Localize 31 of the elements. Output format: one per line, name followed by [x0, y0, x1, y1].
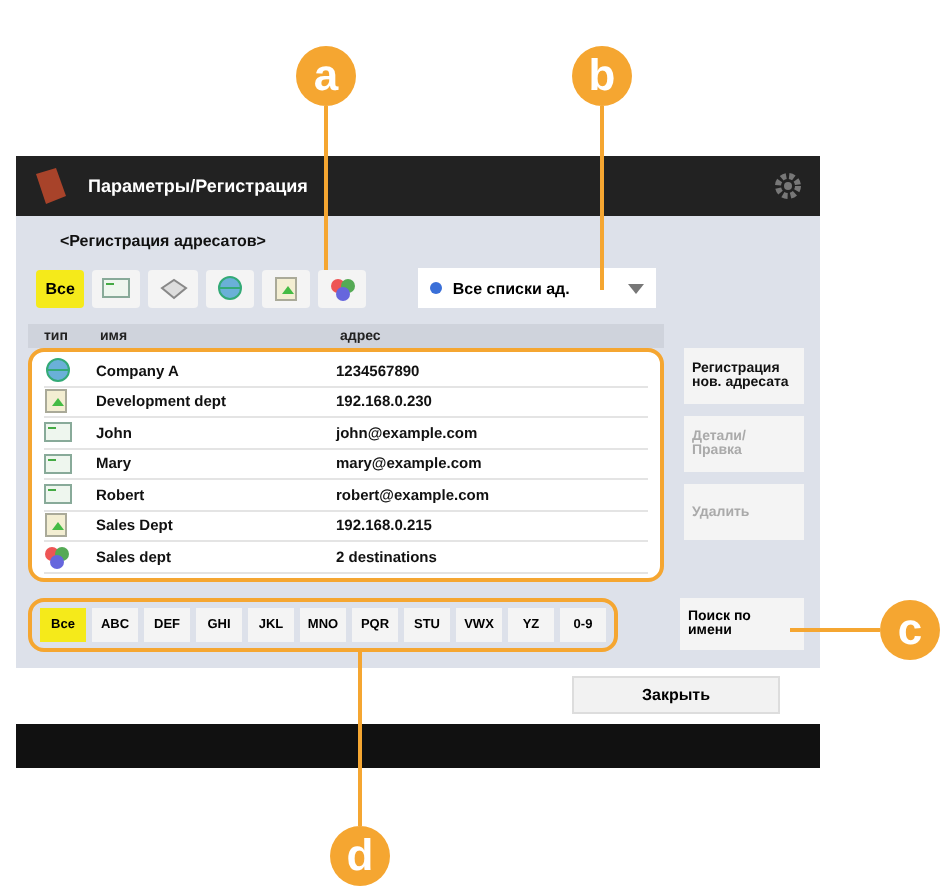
file-server-icon [44, 512, 70, 539]
callout-marker: b [572, 46, 632, 106]
callout-marker: c [880, 600, 940, 660]
type-filter-button[interactable]: Все [36, 269, 85, 307]
type-filter-button[interactable] [148, 269, 198, 307]
leader-line [790, 628, 880, 632]
group-icon [329, 275, 356, 301]
envelope-icon [44, 422, 72, 443]
fax-machine-icon [159, 277, 188, 299]
dot-icon [430, 282, 443, 294]
address-list-dropdown[interactable]: Все списки ад. [418, 268, 657, 308]
window-title: Параметры/Регистрация [88, 176, 310, 196]
callout-marker: d [330, 826, 390, 886]
envelope-icon [102, 278, 131, 298]
globe-device-icon [215, 276, 244, 300]
callout-marker: a [296, 46, 356, 106]
book-icon [32, 166, 68, 206]
envelope-icon [44, 484, 72, 505]
settings-icon[interactable] [772, 170, 804, 202]
type-filter-button[interactable] [318, 269, 367, 307]
type-filter-button[interactable] [92, 269, 141, 307]
group-icon [44, 543, 70, 570]
type-filter-button[interactable] [205, 269, 254, 307]
close-button[interactable]: Закрыть [572, 676, 780, 714]
globe-device-icon [44, 358, 72, 383]
section-title: <Регистрация адресатов> [58, 230, 268, 254]
file-server-icon [44, 388, 70, 415]
envelope-icon [44, 453, 72, 474]
file-server-icon [273, 275, 300, 301]
caret-icon [628, 283, 645, 293]
type-filter-button[interactable] [261, 269, 311, 307]
